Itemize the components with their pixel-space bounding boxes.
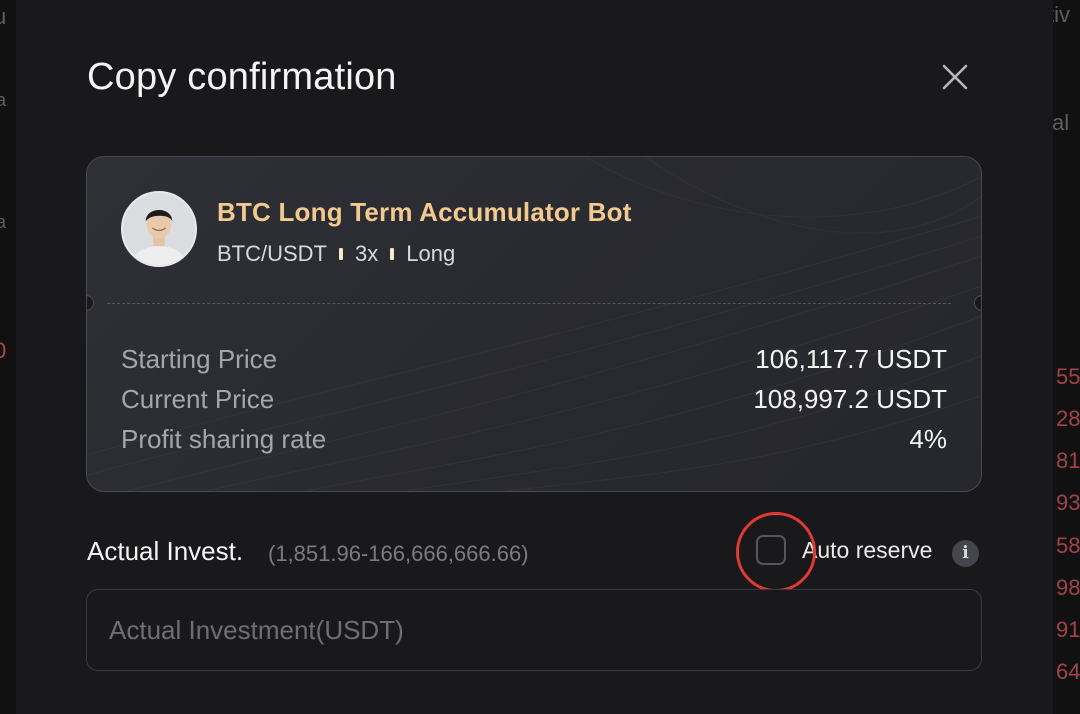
bg-text-fragment: 0 <box>0 338 7 363</box>
bg-text-fragment: 98 <box>1056 575 1080 600</box>
auto-reserve-label[interactable]: Auto reserve <box>802 537 932 564</box>
trader-avatar <box>121 191 197 267</box>
close-icon <box>942 64 968 90</box>
bg-text-fragment: a <box>0 212 7 232</box>
trading-pair: BTC/USDT <box>217 241 327 266</box>
bg-text-fragment: 81 <box>1056 448 1080 473</box>
bot-stats: Starting Price 106,117.7 USDT Current Pr… <box>121 339 947 459</box>
bg-text-fragment: a <box>0 90 7 110</box>
copy-confirmation-modal: Copy confirmation BTC Long Term Accumula… <box>16 0 1053 714</box>
bg-text-fragment: 55 <box>1056 364 1080 389</box>
stat-value: 108,997.2 USDT <box>753 383 947 414</box>
card-notch-right <box>974 295 981 311</box>
bg-text-fragment: u <box>0 4 7 29</box>
auto-reserve-toggle[interactable]: Auto reserve <box>756 535 932 565</box>
stat-label: Current Price <box>121 383 275 414</box>
background-left-edge: u a a 0 <box>0 0 16 714</box>
stat-row-current-price: Current Price 108,997.2 USDT <box>121 379 947 419</box>
meta-separator <box>339 248 343 260</box>
bot-name: BTC Long Term Accumulator Bot <box>217 197 632 227</box>
card-dashed-divider <box>107 303 951 304</box>
stat-label: Starting Price <box>121 343 278 374</box>
bg-text-fragment: al <box>1052 110 1070 135</box>
person-avatar-icon <box>123 193 195 265</box>
direction: Long <box>406 241 456 266</box>
actual-investment-input[interactable] <box>86 589 982 671</box>
actual-invest-label: Actual Invest. <box>87 536 244 566</box>
card-notch-left <box>87 295 94 311</box>
stat-row-profit-sharing-rate: Profit sharing rate 4% <box>121 419 947 459</box>
stat-label: Profit sharing rate <box>121 423 327 454</box>
bot-summary-card: BTC Long Term Accumulator Bot BTC/USDT 3… <box>86 156 982 492</box>
info-icon[interactable]: i <box>952 540 979 567</box>
meta-separator <box>390 248 395 260</box>
stat-row-starting-price: Starting Price 106,117.7 USDT <box>121 339 947 379</box>
bg-text-fragment: 91 <box>1056 617 1080 642</box>
bg-text-fragment: 64 <box>1056 659 1080 684</box>
close-button[interactable] <box>938 60 972 94</box>
bg-text-fragment: 28 <box>1056 406 1080 431</box>
stat-value: 106,117.7 USDT <box>755 343 947 374</box>
bot-meta: BTC/USDT 3x Long <box>217 241 455 267</box>
stat-value: 4% <box>909 423 947 454</box>
actual-invest-range: (1,851.96-166,666,666.66) <box>268 541 529 566</box>
modal-title: Copy confirmation <box>87 56 397 98</box>
bg-text-fragment: 93 <box>1056 490 1080 515</box>
bg-text-fragment: 58 <box>1056 533 1080 558</box>
background-right-edge: tiv al 55 28 81 93 58 98 91 64 <box>1048 0 1080 714</box>
auto-reserve-checkbox[interactable] <box>756 535 786 565</box>
leverage: 3x <box>355 241 379 266</box>
